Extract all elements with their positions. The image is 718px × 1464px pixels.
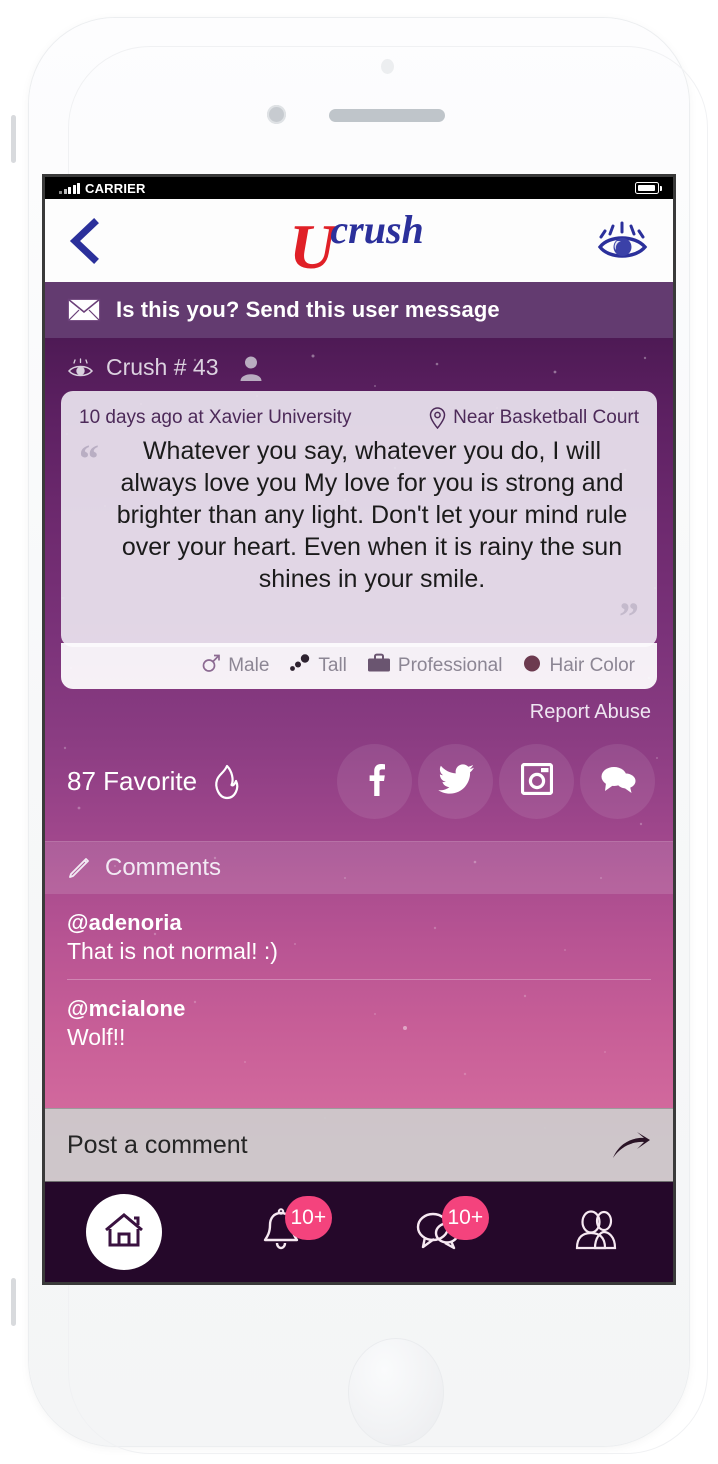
attribute-height-label: Tall (318, 654, 347, 676)
comments-header: Comments (45, 841, 673, 894)
post-comment-bar (45, 1108, 673, 1182)
attribute-hair-color-label: Hair Color (549, 654, 635, 676)
signal-bars-icon (59, 182, 80, 194)
status-bar: CARRIER (45, 177, 673, 199)
earpiece-speaker (329, 109, 445, 122)
comments-header-label: Comments (105, 854, 222, 881)
attribute-hair-color: Hair Color (522, 653, 635, 678)
phone-screen: CARRIER U crush Is this you? Send this u… (45, 177, 673, 1282)
bottom-tab-bar: 10+ 10+ (45, 1182, 673, 1282)
quote-date-location: 10 days ago at Xavier University (79, 407, 352, 428)
close-quote-mark: ” (619, 594, 639, 639)
home-tab-circle (85, 1194, 162, 1270)
attribute-height: Tall (289, 653, 347, 678)
volume-up-button[interactable] (11, 115, 16, 163)
app-logo: U crush (45, 199, 673, 282)
attribute-gender: Male (201, 653, 269, 678)
pencil-icon (67, 856, 91, 880)
front-camera-icon (381, 59, 394, 74)
list-item[interactable]: @mcialone Wolf!! (67, 980, 651, 1065)
tab-home[interactable] (45, 1182, 202, 1282)
flame-icon (211, 764, 242, 800)
quote-card-wrapper: 10 days ago at Xavier University Near Ba… (45, 391, 673, 647)
report-abuse-row: Report Abuse (45, 689, 673, 724)
favorite-count-label: 87 Favorite (67, 766, 198, 796)
gender-male-icon (201, 653, 221, 678)
tab-friends[interactable] (516, 1182, 673, 1282)
social-share-row: 87 Favorite (45, 724, 673, 841)
instagram-icon (520, 762, 553, 800)
attribute-occupation: Professional (367, 653, 503, 678)
twitter-icon (437, 763, 475, 800)
comment-share-button[interactable] (580, 744, 655, 819)
comments-list: @adenoria That is not normal! :) @mcialo… (45, 894, 673, 1065)
envelope-icon (67, 298, 101, 322)
send-message-label: Is this you? Send this user message (116, 297, 500, 322)
quote-body: “ Whatever you say, whatever you do, I w… (79, 435, 639, 595)
quote-card-header: 10 days ago at Xavier University Near Ba… (79, 407, 639, 430)
list-item[interactable]: @adenoria That is not normal! :) (67, 894, 651, 980)
report-abuse-link[interactable]: Report Abuse (530, 701, 651, 723)
app-nav-bar: U crush (45, 199, 673, 282)
map-pin-icon (429, 407, 446, 430)
back-chevron-icon[interactable] (67, 217, 103, 265)
instagram-share-button[interactable] (499, 744, 574, 819)
attributes-strip: Male Tall Professional Hair Color (61, 643, 657, 689)
quote-place: Near Basketball Court (429, 407, 639, 430)
proximity-sensor-icon (267, 105, 286, 124)
hair-color-dot-icon (522, 653, 542, 678)
comment-author: @adenoria (67, 910, 182, 935)
eye-icon (67, 357, 94, 378)
tab-messages[interactable]: 10+ (359, 1182, 516, 1282)
briefcase-icon (367, 653, 391, 678)
tab-notifications[interactable]: 10+ (202, 1182, 359, 1282)
facebook-share-button[interactable] (337, 744, 412, 819)
comment-author: @mcialone (67, 996, 186, 1021)
post-comment-input[interactable] (67, 1130, 611, 1160)
home-hardware-button[interactable] (348, 1338, 444, 1446)
anonymous-avatar-icon (239, 355, 263, 381)
carrier-label: CARRIER (85, 180, 146, 196)
twitter-share-button[interactable] (418, 744, 493, 819)
eye-icon[interactable] (595, 219, 651, 263)
social-buttons (337, 744, 655, 819)
height-tall-icon (289, 653, 311, 678)
home-icon (104, 1212, 144, 1253)
battery-icon (635, 182, 662, 194)
attribute-gender-label: Male (228, 654, 270, 676)
quote-place-label: Near Basketball Court (453, 407, 639, 428)
messages-badge: 10+ (441, 1196, 490, 1240)
notifications-badge: 10+ (284, 1196, 333, 1240)
comment-bubbles-icon (600, 764, 636, 799)
logo-letter-u: U (289, 210, 336, 282)
crush-number-label: Crush # 43 (106, 354, 219, 380)
comment-text: Wolf!! (67, 1024, 126, 1050)
power-button[interactable] (11, 1278, 16, 1326)
send-arrow-icon[interactable] (611, 1129, 651, 1161)
people-icon (571, 1209, 619, 1255)
comment-text: That is not normal! :) (67, 938, 278, 964)
favorite-button[interactable]: 87 Favorite (67, 764, 242, 800)
facebook-icon (360, 762, 390, 801)
quote-text: Whatever you say, whatever you do, I wil… (116, 437, 628, 593)
crush-meta-row: Crush # 43 (45, 338, 673, 391)
logo-word-crush: crush (330, 206, 424, 252)
quote-card: 10 days ago at Xavier University Near Ba… (61, 391, 657, 647)
open-quote-mark: “ (79, 436, 99, 481)
send-message-banner[interactable]: Is this you? Send this user message (45, 282, 673, 338)
attribute-occupation-label: Professional (397, 654, 503, 676)
